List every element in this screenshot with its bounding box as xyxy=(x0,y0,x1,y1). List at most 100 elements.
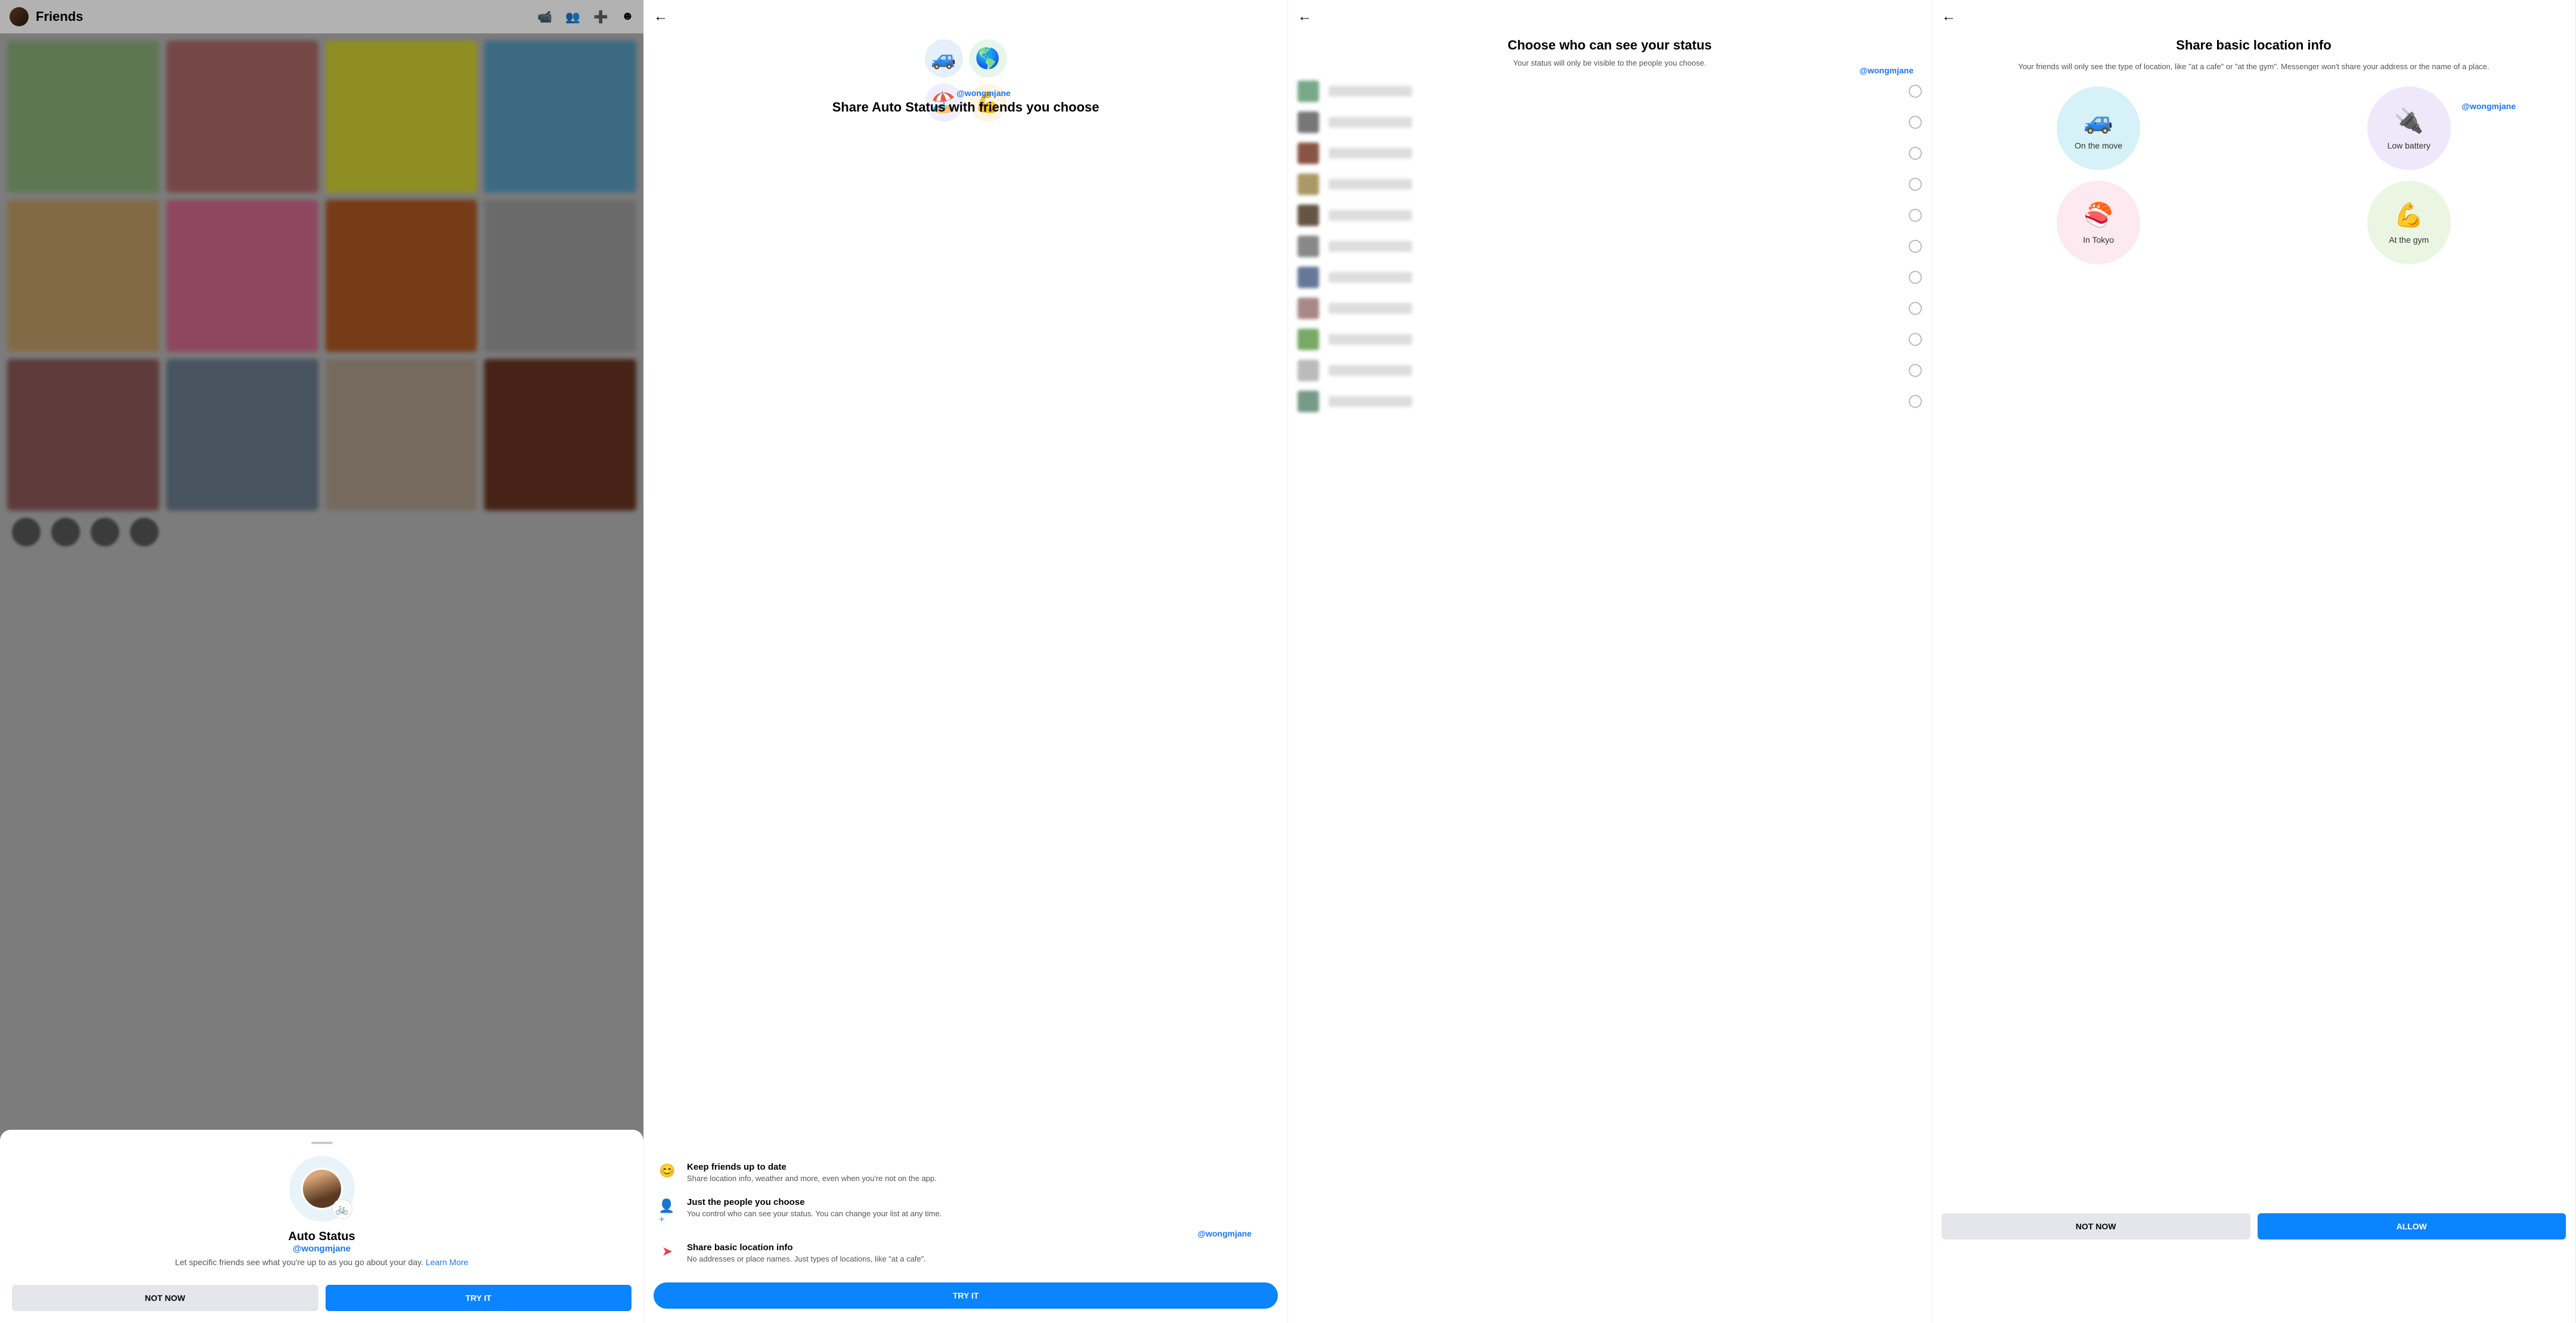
friend-row[interactable] xyxy=(1298,107,1922,138)
feature-desc: No addresses or place names. Just types … xyxy=(687,1254,926,1265)
friend-row[interactable] xyxy=(1298,262,1922,293)
bike-icon: 🚲 xyxy=(332,1199,352,1219)
muscle-icon: 💪 xyxy=(2394,201,2424,229)
sheet-desc-text: Let specific friends see what you're up … xyxy=(175,1257,426,1267)
location-title: Share basic location info xyxy=(1932,33,2575,58)
friend-name-redacted xyxy=(1329,396,1412,407)
friend-name-redacted xyxy=(1329,117,1412,128)
choose-subtitle: Your status will only be visible to the … xyxy=(1288,58,1931,76)
select-radio[interactable] xyxy=(1909,240,1922,253)
location-subtitle: Your friends will only see the type of l… xyxy=(1932,58,2575,81)
friend-name-redacted xyxy=(1329,303,1412,314)
friend-row[interactable] xyxy=(1298,76,1922,107)
friend-row[interactable] xyxy=(1298,169,1922,200)
select-radio[interactable] xyxy=(1909,178,1922,191)
friend-name-redacted xyxy=(1329,334,1412,345)
bubble-label: Low battery xyxy=(2388,141,2431,150)
sushi-icon: 🍣 xyxy=(2083,201,2113,229)
select-radio[interactable] xyxy=(1909,116,1922,129)
friend-name-redacted xyxy=(1329,179,1412,190)
choose-title: Choose who can see your status xyxy=(1288,33,1931,58)
car-icon: 🚙 xyxy=(2083,107,2113,135)
select-radio[interactable] xyxy=(1909,147,1922,160)
friend-row[interactable] xyxy=(1298,138,1922,169)
allow-button[interactable]: ALLOW xyxy=(2258,1213,2566,1239)
select-radio[interactable] xyxy=(1909,395,1922,408)
feature-title: Share basic location info xyxy=(687,1242,926,1253)
globe-icon: 🌎 xyxy=(969,39,1007,78)
learn-more-link[interactable]: Learn More xyxy=(426,1257,469,1267)
feature-item: 👤⁺ Just the people you chooseYou control… xyxy=(658,1197,1273,1229)
friend-select-list xyxy=(1288,76,1931,1323)
sheet-handle[interactable] xyxy=(311,1142,333,1144)
screen-location-permission: ← Share basic location info Your friends… xyxy=(1932,0,2576,1323)
not-now-button[interactable]: NOT NOW xyxy=(1942,1213,2250,1239)
car-icon: 🚙 xyxy=(925,39,963,78)
friend-name-redacted xyxy=(1329,241,1412,252)
friend-name-redacted xyxy=(1329,86,1412,97)
friend-avatar xyxy=(1298,329,1319,350)
friend-avatar xyxy=(1298,81,1319,102)
friend-name-redacted xyxy=(1329,210,1412,221)
feature-desc: You control who can see your status. You… xyxy=(687,1208,942,1219)
feature-title: Keep friends up to date xyxy=(687,1162,937,1172)
watermark: @wongmjane xyxy=(12,1244,631,1254)
bubble-at-the-gym: 💪 At the gym xyxy=(2367,181,2451,264)
sheet-avatar: 🚲 xyxy=(289,1156,355,1222)
back-icon[interactable]: ← xyxy=(644,0,677,33)
friend-avatar xyxy=(1298,391,1319,412)
bubble-label: At the gym xyxy=(2389,235,2429,245)
bubble-low-battery: 🔌 Low battery xyxy=(2367,86,2451,170)
friend-row[interactable] xyxy=(1298,324,1922,355)
friend-name-redacted xyxy=(1329,272,1412,283)
screen-choose-people: ← Choose who can see your status Your st… xyxy=(1288,0,1932,1323)
friend-avatar xyxy=(1298,205,1319,226)
bubble-in-tokyo: 🍣 In Tokyo xyxy=(2057,181,2140,264)
select-radio[interactable] xyxy=(1909,364,1922,377)
try-it-button[interactable]: TRY IT xyxy=(654,1282,1278,1309)
back-icon[interactable]: ← xyxy=(1288,0,1321,33)
intro-title: Share Auto Status with friends you choos… xyxy=(644,99,1287,116)
location-arrow-icon: ➤ xyxy=(658,1244,676,1259)
friend-row[interactable] xyxy=(1298,293,1922,324)
select-radio[interactable] xyxy=(1909,209,1922,222)
feature-desc: Share location info, weather and more, e… xyxy=(687,1173,937,1184)
friend-avatar xyxy=(1298,360,1319,381)
friend-row[interactable] xyxy=(1298,386,1922,417)
select-radio[interactable] xyxy=(1909,302,1922,315)
bubble-on-the-move: 🚙 On the move xyxy=(2057,86,2140,170)
feature-item: ➤ Share basic location infoNo addresses … xyxy=(658,1242,1273,1265)
watermark: @wongmjane xyxy=(956,88,1011,98)
friend-row[interactable] xyxy=(1298,200,1922,231)
screen-friends-modal: Friends 📹 👥 ➕ ☻ xyxy=(0,0,644,1323)
friend-avatar xyxy=(1298,174,1319,195)
plug-icon: 🔌 xyxy=(2394,107,2424,135)
not-now-button[interactable]: NOT NOW xyxy=(12,1285,318,1311)
dim-overlay xyxy=(0,0,643,1140)
friend-avatar xyxy=(1298,112,1319,133)
back-icon[interactable]: ← xyxy=(1932,0,1965,33)
select-radio[interactable] xyxy=(1909,333,1922,346)
friend-row[interactable] xyxy=(1298,231,1922,262)
watermark: @wongmjane xyxy=(2462,101,2516,111)
select-radio[interactable] xyxy=(1909,85,1922,98)
friend-row[interactable] xyxy=(1298,355,1922,386)
bubble-label: On the move xyxy=(2075,141,2122,150)
try-it-button[interactable]: TRY IT xyxy=(326,1285,632,1311)
friend-name-redacted xyxy=(1329,148,1412,159)
watermark: @wongmjane xyxy=(1197,1229,1252,1238)
sheet-description: Let specific friends see what you're up … xyxy=(12,1257,631,1267)
friend-avatar xyxy=(1298,298,1319,319)
watermark: @wongmjane xyxy=(1859,66,1914,75)
feature-item: 😊 Keep friends up to dateShare location … xyxy=(658,1162,1273,1184)
friends-background: Friends 📹 👥 ➕ ☻ xyxy=(0,0,643,1140)
friend-avatar xyxy=(1298,236,1319,257)
bubble-label: In Tokyo xyxy=(2083,235,2114,245)
add-person-icon: 👤⁺ xyxy=(658,1198,676,1229)
select-radio[interactable] xyxy=(1909,271,1922,284)
smiley-icon: 😊 xyxy=(658,1163,676,1179)
feature-title: Just the people you choose xyxy=(687,1197,942,1207)
screen-share-intro: ← 🚙 🌎 🏖️ 💪 @wongmjane Share Auto Status … xyxy=(644,0,1288,1323)
friend-avatar xyxy=(1298,143,1319,164)
auto-status-sheet: 🚲 Auto Status @wongmjane Let specific fr… xyxy=(0,1130,643,1323)
